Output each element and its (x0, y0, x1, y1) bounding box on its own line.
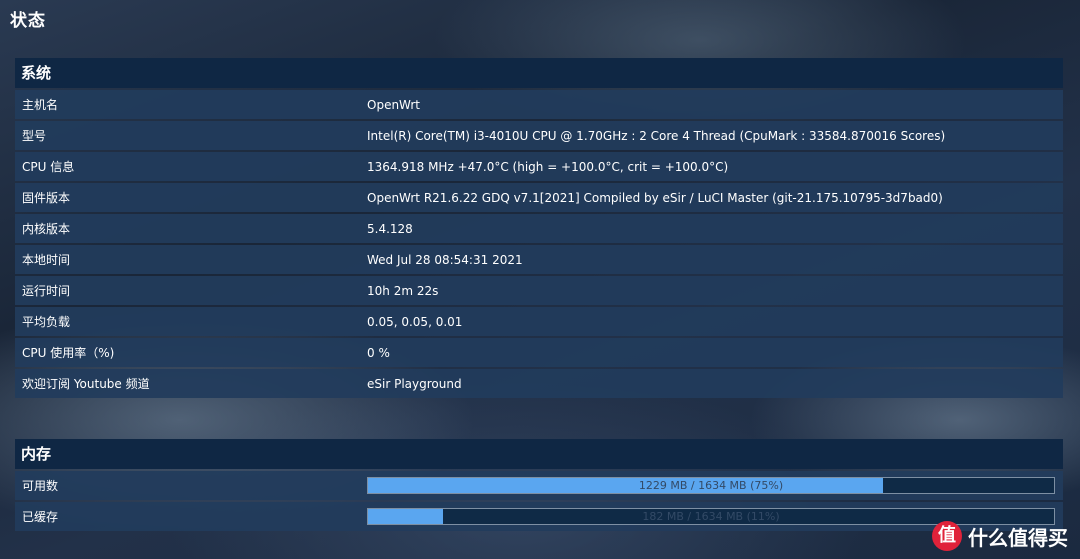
system-info-row: 内核版本 5.4.128 (15, 214, 1063, 243)
system-info-value: eSir Playground (367, 376, 462, 391)
system-info-label: 主机名 (22, 98, 59, 112)
watermark-logo: 值 什么值得买 (932, 521, 1068, 551)
system-info-label: 本地时间 (22, 253, 71, 267)
system-info-row: 平均负载 0.05, 0.05, 0.01 (15, 307, 1063, 336)
system-info-row: CPU 使用率（%) 0 % (15, 338, 1063, 367)
system-info-label: 型号 (22, 129, 47, 143)
system-info-row: 本地时间 Wed Jul 28 08:54:31 2021 (15, 245, 1063, 274)
system-info-row: 主机名 OpenWrt (15, 90, 1063, 119)
system-section: 系统 主机名 OpenWrt 型号 Intel(R) Core(TM) i3-4010… (15, 58, 1063, 398)
system-info-row: 型号 Intel(R) Core(TM) i3-4010U CPU @ 1.70G… (15, 121, 1063, 150)
system-info-value: 10h 2m 22s (367, 283, 439, 298)
memory-label: 已缓存 (22, 510, 59, 524)
system-info-value: OpenWrt (367, 97, 421, 112)
memory-progress-text: 1229 MB / 1634 MB (75%) (638, 479, 784, 492)
system-info-label: 欢迎订阅 Youtube 频道 (22, 377, 150, 391)
memory-section: 内存 可用数 1229 MB / 1634 MB (75%) 已缓存 182 MB /… (15, 439, 1063, 531)
system-info-value: OpenWrt R21.6.22 GDQ v7.1[2021] Compiled… (367, 190, 943, 205)
system-info-row: 固件版本 OpenWrt R21.6.22 GDQ v7.1[2021] Comp… (15, 183, 1063, 212)
memory-section-title: 内存 (15, 439, 1063, 469)
system-info-value: 1364.918 MHz +47.0°C (high = +100.0°C, c… (367, 159, 729, 174)
system-info-row: CPU 信息 1364.918 MHz +47.0°C (high = +100.… (15, 152, 1063, 181)
watermark-badge-icon: 值 (932, 521, 962, 551)
system-info-label: 运行时间 (22, 284, 71, 298)
system-info-value: 5.4.128 (367, 221, 413, 236)
system-info-value: 0 % (367, 345, 390, 360)
memory-progress-bar: 1229 MB / 1634 MB (75%) (367, 477, 1055, 494)
system-section-title: 系统 (15, 58, 1063, 88)
page-title: 状态 (10, 11, 46, 31)
system-info-label: CPU 信息 (22, 160, 75, 174)
watermark-text: 什么值得买 (968, 525, 1068, 550)
memory-row: 可用数 1229 MB / 1634 MB (75%) (15, 471, 1063, 500)
system-info-row: 欢迎订阅 Youtube 频道 eSir Playground (15, 369, 1063, 398)
memory-row: 已缓存 182 MB / 1634 MB (11%) (15, 502, 1063, 531)
memory-label: 可用数 (22, 479, 59, 493)
system-info-row: 运行时间 10h 2m 22s (15, 276, 1063, 305)
system-info-value: 0.05, 0.05, 0.01 (367, 314, 463, 329)
system-info-label: 内核版本 (22, 222, 71, 236)
system-info-value: Intel(R) Core(TM) i3-4010U CPU @ 1.70GHz… (367, 128, 946, 143)
system-info-label: 平均负载 (22, 315, 71, 329)
system-info-label: 固件版本 (22, 191, 71, 205)
system-info-value: Wed Jul 28 08:54:31 2021 (367, 252, 523, 267)
system-info-label: CPU 使用率（%) (22, 346, 115, 360)
